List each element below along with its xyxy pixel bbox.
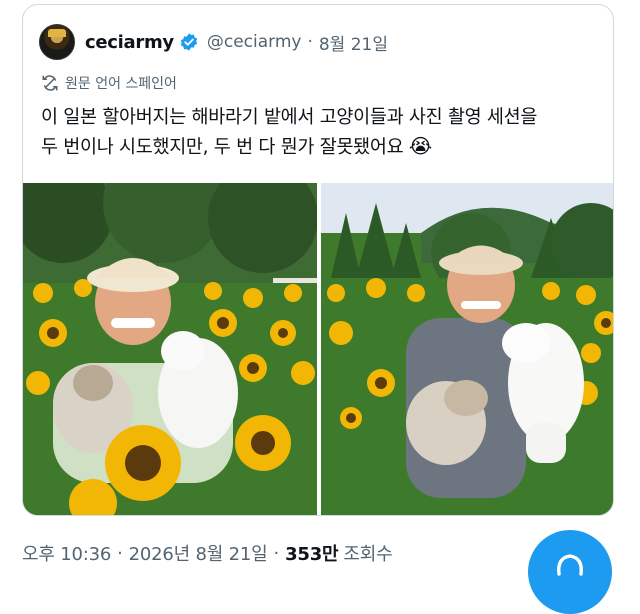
views-count: 353만 (285, 544, 339, 565)
footer-separator-1: · (117, 542, 123, 564)
tweet-header: ceciarmy @ceciarmy · 8월 21일 (39, 23, 388, 61)
handle[interactable]: @ceciarmy (207, 32, 302, 52)
footer-separator-2: · (273, 542, 280, 564)
views-label: 조회수 (343, 544, 393, 565)
tweet-text-line-1: 이 일본 할아버지는 해바라기 밭에서 고양이들과 사진 촬영 세션을 (41, 107, 538, 128)
photo-2-image (321, 183, 613, 515)
crying-face-emoji: 😭 (408, 134, 432, 158)
tweet-date[interactable]: 8월 21일 (319, 30, 388, 55)
tweet-card[interactable]: ceciarmy @ceciarmy · 8월 21일 원문 언어 스페인어 이… (22, 4, 614, 516)
avatar[interactable] (39, 24, 75, 60)
tweet-text-line-2: 두 번이나 시도했지만, 두 번 다 뭔가 잘못됐어요 😭 (41, 132, 601, 162)
verified-badge-icon (179, 32, 199, 52)
tweet-text-line-2-text: 두 번이나 시도했지만, 두 번 다 뭔가 잘못됐어요 (41, 137, 404, 158)
translation-label: 원문 언어 스페인어 (65, 76, 177, 92)
tweet-text: 이 일본 할아버지는 해바라기 밭에서 고양이들과 사진 촬영 세션을 두 번이… (41, 103, 601, 162)
header-separator: · (307, 32, 313, 52)
translation-note[interactable]: 원문 언어 스페인어 (41, 73, 177, 93)
display-name[interactable]: ceciarmy (85, 32, 174, 53)
compose-button[interactable] (528, 530, 612, 614)
photo-2[interactable] (321, 183, 613, 515)
compose-icon (557, 554, 583, 576)
translate-icon (41, 74, 59, 92)
tweet-full-date[interactable]: 2026년 8월 21일 (129, 540, 268, 566)
media-grid (23, 183, 613, 515)
photo-1[interactable] (23, 183, 317, 515)
tweet-meta: 오후 10:36 · 2026년 8월 21일 · 353만 조회수 (22, 540, 393, 566)
tweet-time[interactable]: 오후 10:36 (22, 540, 111, 566)
photo-1-image (23, 183, 317, 515)
